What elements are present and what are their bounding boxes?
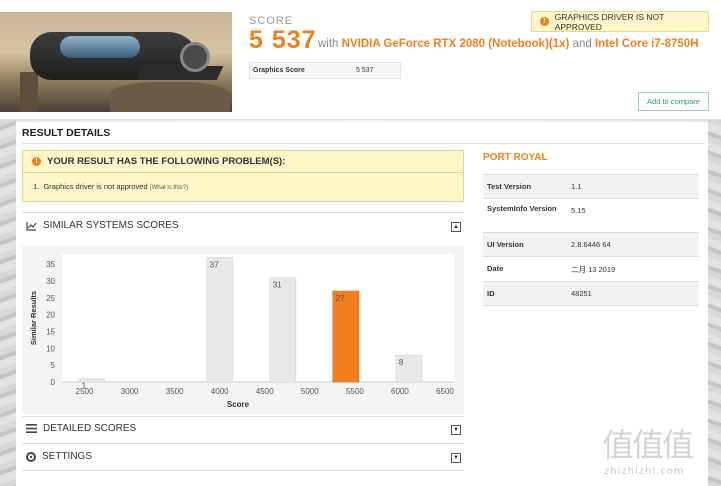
x-tick-label: 3000: [121, 387, 139, 396]
divider: [22, 212, 464, 213]
info-row: UI Version 2.8.6446 64: [483, 232, 699, 256]
collapse-icon[interactable]: ▲: [451, 222, 461, 232]
problem-box: ! YOUR RESULT HAS THE FOLLOWING PROBLEM(…: [22, 150, 464, 202]
add-to-compare-button[interactable]: Add to compare: [638, 92, 709, 111]
y-tick-label: 35: [46, 260, 55, 269]
driver-warning-text: GRAPHICS DRIVER IS NOT APPROVED: [554, 11, 665, 32]
problem-text: Graphics driver is not approved: [43, 182, 148, 191]
divider: [22, 470, 464, 471]
hero-airship-engine: [180, 42, 210, 72]
x-tick-label: 3500: [166, 387, 184, 396]
divider: [22, 443, 464, 444]
bar-highlight: [332, 290, 360, 383]
info-value: 1.1: [571, 182, 582, 191]
x-tick-label: 4000: [211, 387, 229, 396]
y-tick-label: 15: [46, 327, 55, 336]
left-background-texture: [0, 120, 16, 486]
x-tick-label: 6000: [391, 387, 409, 396]
y-tick-label: 25: [46, 294, 55, 303]
warning-icon: !: [32, 157, 41, 166]
bar: [206, 257, 234, 383]
y-axis-title: Similar Results: [29, 291, 38, 345]
hardware-summary: with NVIDIA GeForce RTX 2080 (Notebook)(…: [318, 38, 699, 50]
driver-warning-badge: ! GRAPHICS DRIVER IS NOT APPROVED: [531, 11, 709, 32]
hero-airship-cockpit: [60, 36, 140, 58]
line-chart-icon: [26, 221, 37, 231]
list-icon: [26, 424, 37, 433]
problem-title: YOUR RESULT HAS THE FOLLOWING PROBLEM(S)…: [47, 156, 286, 167]
similar-scores-chart-svg: 051015202530352500 3000 3500 4000 4500 5000 55…: [29, 254, 454, 409]
info-key: Test Version: [487, 182, 532, 191]
bar-data-label: 8: [399, 358, 404, 367]
y-tick-label: 20: [46, 311, 55, 320]
info-value: 2.8.6446 64: [571, 240, 611, 249]
similar-scores-chart: 0 5 10 15 20 25 30 35 2500 3000 3500 4000 4500 5000 55…: [22, 246, 464, 414]
expand-icon[interactable]: ▼: [451, 453, 461, 463]
bar-data-label: 31: [273, 281, 282, 290]
result-details-title: RESULT DETAILS: [22, 127, 111, 139]
gpu-link[interactable]: NVIDIA GeForce RTX 2080 (Notebook)(1x): [342, 38, 570, 50]
similar-scores-title: SIMILAR SYSTEMS SCORES: [43, 220, 179, 231]
x-tick-label: 6500: [436, 387, 454, 396]
similar-scores-header[interactable]: SIMILAR SYSTEMS SCORES: [26, 220, 179, 231]
hero-airship-wing: [136, 66, 224, 80]
and-text: and: [572, 38, 592, 50]
settings-title: SETTINGS: [42, 451, 93, 462]
graphics-score-row: Graphics Score 5 537: [249, 62, 401, 79]
info-row: ID 48251: [483, 281, 699, 306]
info-row: Test Version 1.1: [483, 174, 699, 198]
detailed-scores-title: DETAILED SCORES: [43, 423, 137, 434]
info-value: 二月 13 2019: [571, 265, 616, 274]
hero-tower: [20, 72, 38, 112]
info-key: ID: [487, 289, 495, 298]
watermark-site: zhizhizhi.com: [604, 466, 685, 477]
y-tick-label: 0: [51, 378, 56, 387]
y-tick-label: 5: [51, 361, 56, 370]
info-row: SystemInfo Version 5.15: [483, 198, 699, 232]
bar: [269, 277, 297, 383]
port-royal-info-table: Test Version 1.1 SystemInfo Version 5.15…: [483, 174, 699, 306]
info-key: UI Version: [487, 240, 524, 249]
bar-data-label: 1: [82, 382, 87, 391]
graphics-score-value: 5 537: [356, 67, 374, 74]
graphics-score-label: Graphics Score: [253, 67, 305, 74]
plot-area: [62, 254, 454, 382]
y-tick-label: 30: [46, 277, 55, 286]
problem-item: 1. Graphics driver is not approved (What…: [33, 182, 188, 191]
result-header: SCORE 5 537 with NVIDIA GeForce RTX 2080…: [0, 0, 721, 120]
x-tick-label: 5500: [346, 387, 364, 396]
info-value: 5.15: [571, 206, 586, 215]
info-row: Date 二月 13 2019: [483, 256, 699, 281]
divider: [22, 416, 464, 417]
watermark-logo: 值值值: [602, 426, 694, 464]
bar-data-label: 27: [336, 294, 345, 303]
cpu-link[interactable]: Intel Core i7-8750H: [595, 38, 699, 50]
info-key: SystemInfo Version: [487, 204, 557, 213]
port-royal-title: PORT ROYAL: [483, 152, 548, 163]
what-is-this-link[interactable]: (What is this?): [150, 185, 188, 191]
gear-icon: [26, 451, 36, 462]
divider: [22, 143, 704, 144]
x-axis-title: Score: [227, 400, 250, 409]
expand-icon[interactable]: ▼: [451, 425, 461, 435]
with-text: with: [318, 38, 339, 50]
bar-data-label: 37: [210, 260, 219, 269]
info-key: Date: [487, 264, 504, 273]
x-tick-label: 4500: [256, 387, 274, 396]
x-tick-label: 5000: [301, 387, 319, 396]
site-watermark: 值值值 zhizhizhi.com: [598, 418, 718, 486]
benchmark-hero-image: [0, 12, 232, 112]
score-value: 5 537: [249, 26, 317, 54]
y-tick-label: 10: [46, 344, 55, 353]
settings-header[interactable]: SETTINGS: [26, 451, 92, 462]
info-value: 48251: [571, 289, 592, 298]
problem-header: ! YOUR RESULT HAS THE FOLLOWING PROBLEM(…: [23, 151, 463, 173]
warning-icon: !: [540, 17, 549, 26]
detailed-scores-header[interactable]: DETAILED SCORES: [26, 423, 136, 434]
hero-rock: [110, 82, 230, 112]
problem-number: 1.: [33, 182, 40, 191]
